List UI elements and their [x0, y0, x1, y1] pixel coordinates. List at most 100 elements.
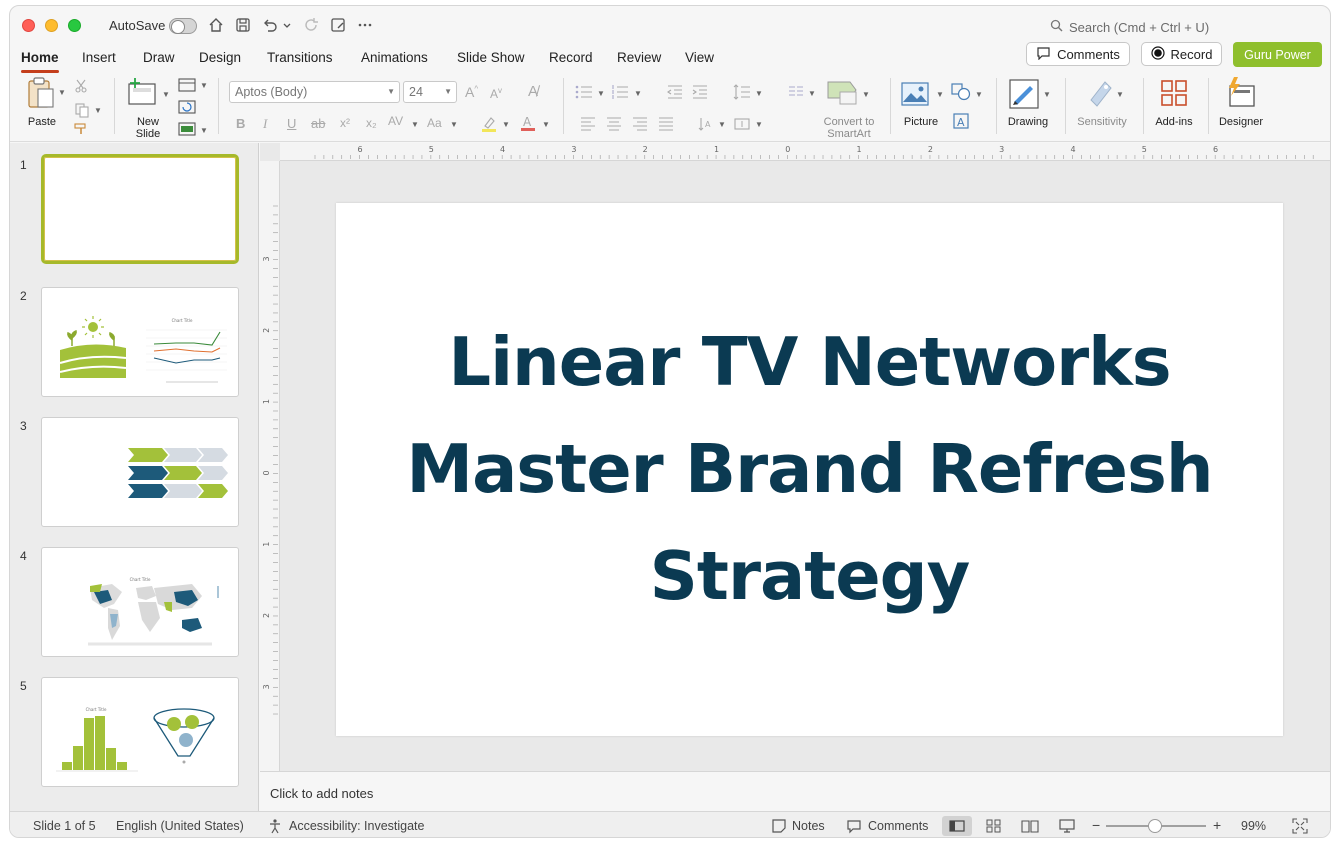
reset-icon[interactable] — [178, 100, 196, 114]
layout-icon[interactable] — [178, 78, 196, 92]
line-spacing-dropdown-icon[interactable]: ▼ — [755, 89, 763, 98]
bullets-dropdown-icon[interactable]: ▼ — [597, 89, 605, 98]
font-color-dropdown-icon[interactable]: ▼ — [542, 120, 550, 129]
fit-to-window-icon[interactable] — [1292, 818, 1308, 837]
shapes-icon[interactable] — [951, 83, 971, 101]
increase-indent-icon[interactable] — [692, 85, 708, 99]
zoom-out-button[interactable]: − — [1092, 817, 1100, 833]
zoom-in-button[interactable]: + — [1213, 817, 1221, 833]
drawing-dropdown-icon[interactable]: ▼ — [1043, 90, 1051, 99]
character-spacing-icon[interactable]: AV — [388, 114, 403, 128]
undo-dropdown-icon[interactable] — [282, 19, 300, 37]
language[interactable]: English (United States) — [116, 819, 244, 833]
highlight-icon[interactable] — [480, 115, 498, 133]
font-size-select[interactable]: 24 ▼ — [403, 81, 457, 103]
new-slide-dropdown-icon[interactable]: ▼ — [162, 90, 170, 99]
convert-smartart-icon[interactable] — [826, 80, 860, 106]
text-direction-dropdown-icon[interactable]: ▼ — [718, 120, 726, 129]
align-text-dropdown-icon[interactable]: ▼ — [755, 120, 763, 129]
change-case-icon[interactable]: Aa — [427, 116, 442, 130]
clear-formatting-icon[interactable]: A̸ — [528, 83, 538, 100]
format-painter-icon[interactable] — [73, 122, 89, 136]
reading-view-icon[interactable] — [1021, 818, 1039, 837]
zoom-slider-handle[interactable] — [1148, 819, 1162, 833]
designer-icon[interactable] — [1225, 76, 1257, 108]
shapes-dropdown-icon[interactable]: ▼ — [975, 90, 983, 99]
home-icon[interactable] — [207, 16, 225, 34]
section-icon[interactable] — [178, 122, 196, 136]
save-as-icon[interactable] — [329, 16, 347, 34]
increase-font-icon[interactable]: A^ — [465, 84, 478, 100]
slide-thumbnail-4[interactable]: Chart Title — [41, 547, 239, 657]
bullets-icon[interactable] — [575, 85, 593, 99]
cut-icon[interactable] — [74, 79, 88, 93]
change-case-dropdown-icon[interactable]: ▼ — [450, 120, 458, 129]
layout-dropdown-icon[interactable]: ▼ — [200, 81, 208, 90]
picture-icon[interactable] — [901, 82, 929, 106]
more-options-icon[interactable] — [356, 16, 374, 34]
line-spacing-icon[interactable] — [733, 84, 751, 100]
minimize-window-button[interactable] — [45, 19, 58, 32]
decrease-font-icon[interactable]: Av — [490, 86, 502, 101]
font-name-select[interactable]: Aptos (Body) ▼ — [229, 81, 400, 103]
numbering-dropdown-icon[interactable]: ▼ — [634, 89, 642, 98]
italic-icon[interactable]: I — [263, 116, 267, 132]
picture-dropdown-icon[interactable]: ▼ — [936, 90, 944, 99]
underline-icon[interactable]: U — [287, 116, 296, 131]
undo-icon[interactable] — [261, 16, 279, 34]
strikethrough-icon[interactable]: ab — [311, 116, 325, 131]
zoom-level[interactable]: 99% — [1241, 819, 1266, 833]
align-right-icon[interactable] — [632, 117, 648, 131]
sensitivity-icon[interactable] — [1085, 78, 1115, 108]
character-spacing-dropdown-icon[interactable]: ▼ — [411, 120, 419, 129]
comments-toggle[interactable]: Comments — [868, 819, 928, 833]
slide-thumbnail-3[interactable] — [41, 417, 239, 527]
search-box[interactable]: Search (Cmd + Ctrl + U) — [1050, 19, 1209, 35]
guru-power-button[interactable]: Guru Power — [1233, 42, 1322, 67]
decrease-indent-icon[interactable] — [667, 85, 683, 99]
addins-icon[interactable] — [1159, 78, 1189, 108]
slide-title-box[interactable]: Linear TV Networks Master Brand Refresh … — [336, 203, 1283, 736]
sensitivity-dropdown-icon[interactable]: ▼ — [1116, 90, 1124, 99]
new-slide-icon[interactable] — [126, 78, 158, 106]
align-left-icon[interactable] — [580, 117, 596, 131]
paste-icon[interactable] — [26, 76, 56, 110]
notes-pane[interactable]: Click to add notes — [260, 771, 1330, 811]
slide-canvas[interactable]: Linear TV Networks Master Brand Refresh … — [336, 203, 1283, 736]
autosave-toggle[interactable] — [169, 18, 197, 34]
columns-icon[interactable] — [788, 85, 804, 97]
text-box-icon[interactable]: A — [952, 112, 970, 130]
subscript-icon[interactable]: x₂ — [366, 116, 377, 130]
align-text-icon[interactable] — [733, 116, 751, 132]
drawing-icon[interactable] — [1008, 78, 1040, 110]
font-color-icon[interactable]: A — [519, 114, 537, 132]
columns-dropdown-icon[interactable]: ▼ — [808, 89, 816, 98]
align-center-icon[interactable] — [606, 117, 622, 131]
slide-thumbnail-2[interactable]: Chart Title — [41, 287, 239, 397]
accessibility-status[interactable]: Accessibility: Investigate — [289, 819, 424, 833]
superscript-icon[interactable]: x² — [340, 116, 350, 130]
text-direction-icon[interactable]: A — [697, 116, 713, 132]
slide-show-icon[interactable] — [1058, 818, 1076, 837]
save-icon[interactable] — [234, 16, 252, 34]
notes-toggle[interactable]: Notes — [792, 819, 825, 833]
comments-button[interactable]: Comments — [1026, 42, 1130, 66]
slide-thumbnail-1[interactable] — [41, 154, 239, 264]
paste-dropdown-icon[interactable]: ▼ — [58, 88, 66, 97]
normal-view-icon[interactable] — [949, 818, 965, 837]
numbering-icon[interactable] — [611, 85, 629, 99]
convert-smartart-dropdown-icon[interactable]: ▼ — [862, 90, 870, 99]
slide-thumbnail-5[interactable]: Chart Title — [41, 677, 239, 787]
bold-icon[interactable]: B — [236, 116, 245, 131]
copy-dropdown-icon[interactable]: ▼ — [94, 106, 102, 115]
accessibility-icon[interactable] — [268, 818, 284, 837]
slide-sorter-icon[interactable] — [986, 818, 1002, 837]
comments-status-icon[interactable] — [846, 818, 862, 837]
maximize-window-button[interactable] — [68, 19, 81, 32]
justify-icon[interactable] — [658, 117, 674, 131]
close-window-button[interactable] — [22, 19, 35, 32]
redo-icon[interactable] — [302, 16, 320, 34]
notes-icon[interactable] — [771, 818, 787, 837]
record-button[interactable]: Record — [1141, 42, 1222, 66]
highlight-dropdown-icon[interactable]: ▼ — [502, 120, 510, 129]
